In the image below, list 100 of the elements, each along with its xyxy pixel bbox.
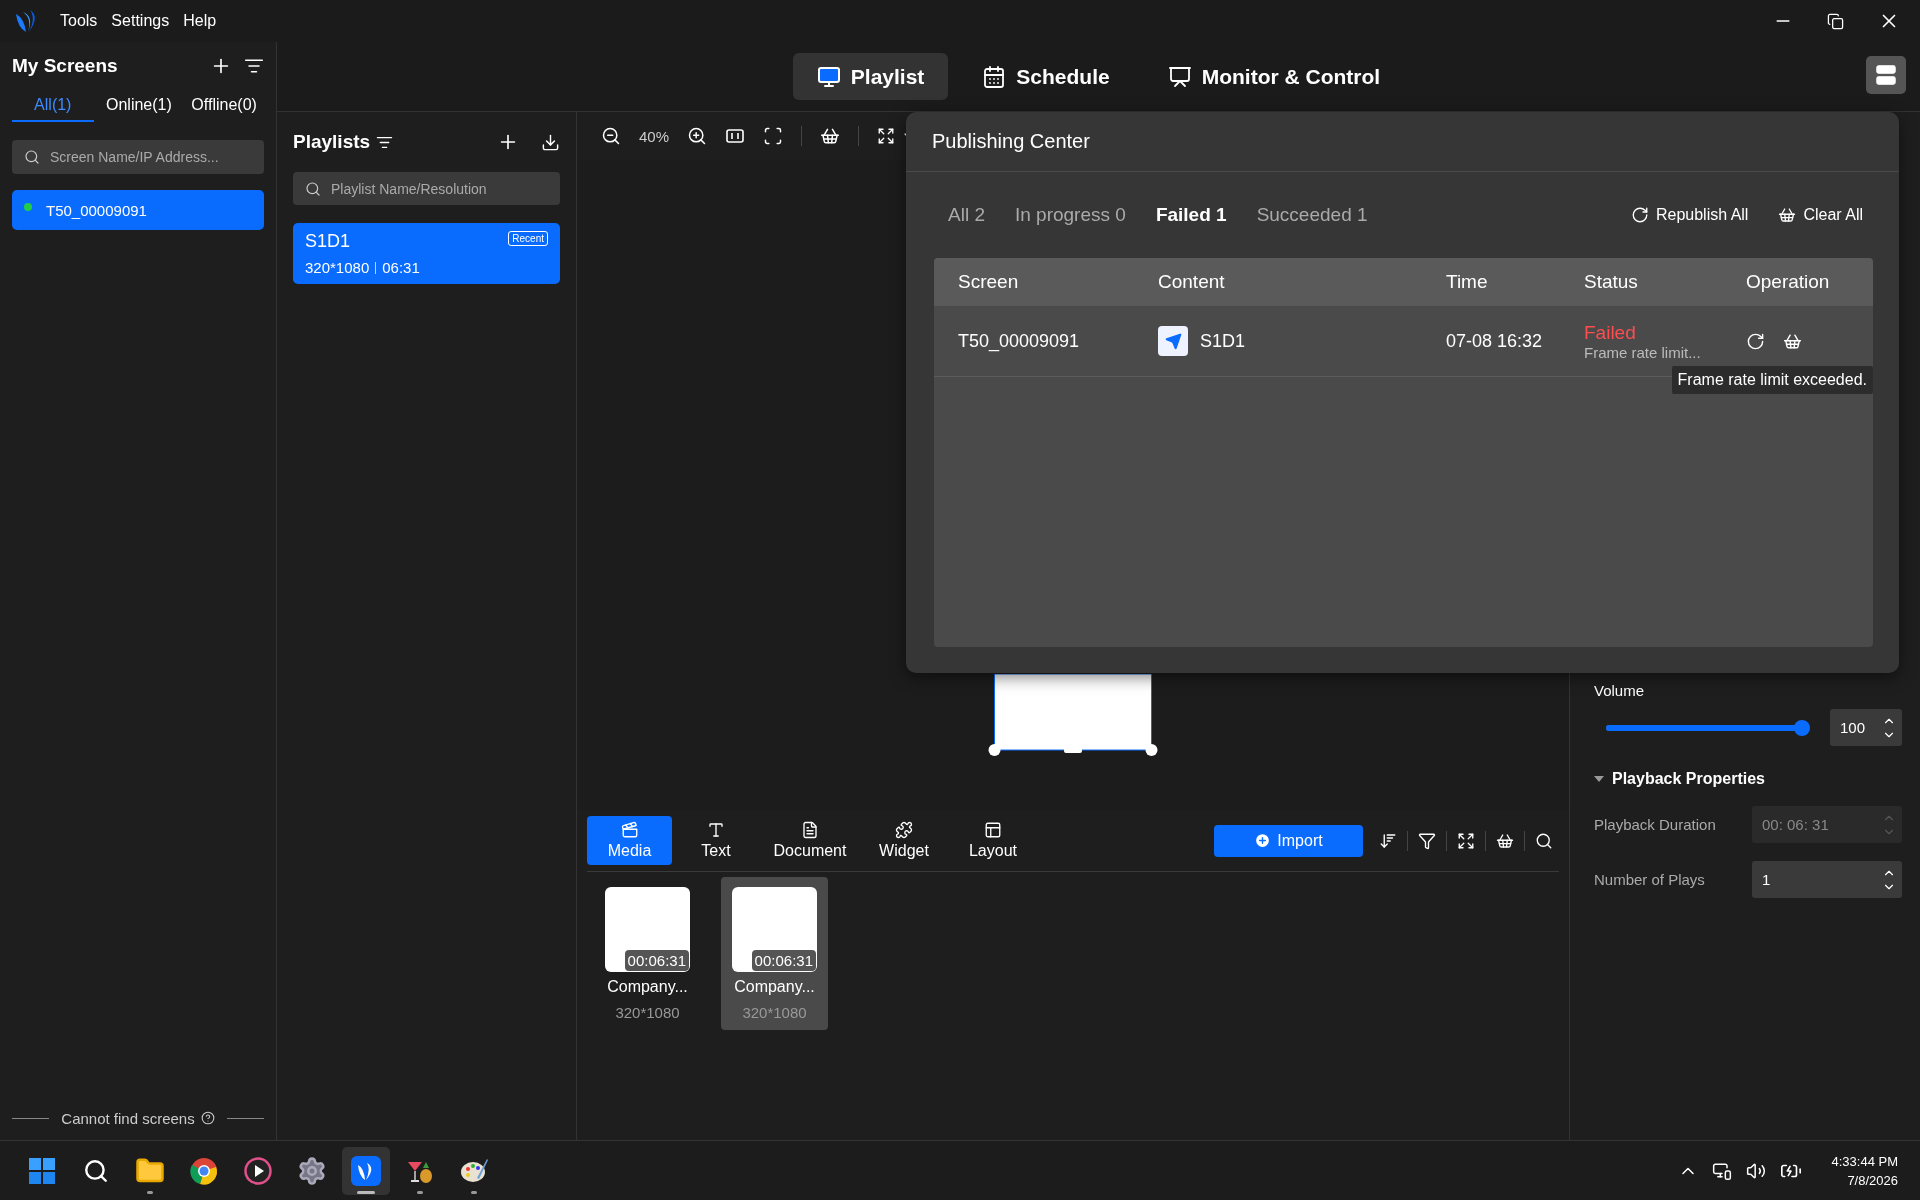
duration-label: 00:06:31 xyxy=(751,950,816,971)
recent-badge: Recent xyxy=(508,231,548,246)
browser-icon xyxy=(190,1156,218,1185)
panel-title: Publishing Center xyxy=(932,130,1090,153)
duration-label: 00:06:31 xyxy=(624,950,689,971)
zoom-in-icon[interactable] xyxy=(687,126,708,146)
fit-icon[interactable] xyxy=(763,126,784,146)
tooltip: Frame rate limit exceeded. xyxy=(1671,366,1873,394)
media-card[interactable]: 00:06:31 Company... 320*1080 xyxy=(721,877,828,1030)
screen-filter-tab[interactable]: Online(1) xyxy=(93,88,185,122)
number-field[interactable]: 1 xyxy=(1752,861,1902,898)
windows-icon xyxy=(28,1156,56,1185)
panel-toggle-button[interactable] xyxy=(1866,56,1906,94)
help-text[interactable]: Cannot find screens xyxy=(61,1109,195,1127)
actual-size-icon[interactable] xyxy=(725,126,746,146)
menu-item[interactable]: Tools xyxy=(60,12,98,30)
playlist-item[interactable]: S1D1 Recent 320*1080 06:31 xyxy=(293,223,560,284)
field-label: Playback Duration xyxy=(1594,816,1716,833)
media-resolution: 320*1080 xyxy=(615,1004,680,1021)
zoom-out-icon[interactable] xyxy=(601,126,621,146)
layout-icon xyxy=(984,821,1002,839)
app-icon xyxy=(351,1155,381,1186)
screen-filter-tab[interactable]: Offline(0) xyxy=(184,88,264,122)
playlist-duration: 06:31 xyxy=(382,259,420,276)
status-filter-tab[interactable]: Succeeded 1 xyxy=(1256,204,1368,226)
media-type-tab[interactable]: Document xyxy=(760,816,860,865)
retry-icon[interactable] xyxy=(1746,331,1765,351)
import-button[interactable]: Import xyxy=(1214,824,1363,857)
playlist-search-field[interactable]: Playlist Name/Resolution xyxy=(293,172,560,205)
media-type-tab[interactable]: Widget xyxy=(868,816,940,865)
screen-canvas[interactable] xyxy=(988,674,1158,757)
volume-label: Volume xyxy=(1594,682,1646,699)
playlist-resolution: 320*1080 xyxy=(305,259,370,276)
screen-search-field[interactable]: Screen Name/IP Address... xyxy=(12,140,264,174)
field-label: Number of Plays xyxy=(1594,871,1705,888)
calendar-icon xyxy=(982,64,1007,89)
filter-icon[interactable] xyxy=(1418,831,1436,850)
media-card[interactable]: 00:06:31 Company... 320*1080 xyxy=(594,877,701,1030)
column-header: Operation xyxy=(1746,271,1831,293)
plus-icon xyxy=(1254,832,1272,849)
import-icon[interactable] xyxy=(541,132,560,152)
send-icon xyxy=(1158,326,1188,356)
media-name: Company... xyxy=(734,978,815,996)
monitor-icon xyxy=(1167,64,1192,89)
column-header: Status xyxy=(1584,271,1639,293)
action-button[interactable]: Clear All xyxy=(1778,206,1863,224)
gear-icon xyxy=(297,1155,327,1186)
basket-icon xyxy=(1778,206,1797,224)
table-cell-text: 07-08 16:32 xyxy=(1446,330,1544,352)
media-type-tab[interactable]: Media xyxy=(587,816,672,865)
puzzle-icon xyxy=(895,821,913,839)
media-resolution: 320*1080 xyxy=(742,1004,807,1021)
document-icon xyxy=(801,821,819,839)
screen-filter-tab[interactable]: All(1) xyxy=(12,88,94,122)
playlist-name: S1D1 xyxy=(305,231,351,252)
media-icon xyxy=(620,821,639,839)
column-header: Screen xyxy=(958,271,1020,293)
nav-tab[interactable]: Playlist xyxy=(792,53,949,100)
column-header: Content xyxy=(1158,271,1226,293)
media-type-tab[interactable]: Text xyxy=(680,816,752,865)
status-filter-tab[interactable]: In progress 0 xyxy=(1014,204,1126,226)
server-icon xyxy=(1875,64,1897,86)
playlists-title: Playlists xyxy=(293,131,371,153)
status-detail: Frame rate limit... xyxy=(1584,343,1702,361)
refresh-icon xyxy=(1630,206,1649,224)
sort-icon[interactable] xyxy=(1379,831,1397,850)
clock-date: 7/8/2026 xyxy=(1847,1171,1898,1190)
table-cell: S1D1 xyxy=(1200,330,1246,352)
nav-tab[interactable]: Monitor & Control xyxy=(1143,53,1405,100)
menu-item[interactable]: Help xyxy=(183,12,217,30)
list-icon[interactable] xyxy=(244,56,264,76)
basket-icon[interactable] xyxy=(820,126,841,146)
taskbar-button[interactable] xyxy=(342,1146,390,1195)
play-icon xyxy=(244,1156,272,1185)
resize-icon[interactable] xyxy=(1457,831,1475,850)
screen-name: T50_00009091 xyxy=(46,201,147,219)
nav-tab[interactable]: Schedule xyxy=(958,53,1134,100)
status-filter-tab[interactable]: All 2 xyxy=(948,204,985,226)
menu-item[interactable]: Settings xyxy=(111,12,170,30)
sidebar-title: My Screens xyxy=(12,55,119,77)
status-text: Failed xyxy=(1584,321,1637,344)
text-icon xyxy=(707,821,725,839)
search-icon xyxy=(83,1157,109,1184)
restore-icon[interactable] xyxy=(1827,12,1844,30)
search-icon[interactable] xyxy=(1535,831,1553,850)
help-icon xyxy=(200,1111,215,1125)
column-header: Time xyxy=(1446,271,1489,293)
play-screen-icon xyxy=(816,64,841,89)
volume-field[interactable]: 100 xyxy=(1830,709,1902,746)
media-name: Company... xyxy=(607,978,688,996)
action-button[interactable]: Republish All xyxy=(1630,206,1749,224)
section-header[interactable]: Playback Properties xyxy=(1594,770,1902,788)
table-cell-text: T50_00009091 xyxy=(958,330,1081,352)
media-type-tab[interactable]: Layout xyxy=(948,816,1038,865)
expand-icon[interactable] xyxy=(877,127,896,145)
zoom-level: 40% xyxy=(639,127,670,145)
status-filter-tab[interactable]: Failed 1 xyxy=(1155,204,1227,226)
basket-icon[interactable] xyxy=(1496,831,1514,850)
screen-item[interactable]: T50_00009091 xyxy=(12,190,264,230)
clock-time: 4:33:44 PM xyxy=(1831,1152,1898,1171)
